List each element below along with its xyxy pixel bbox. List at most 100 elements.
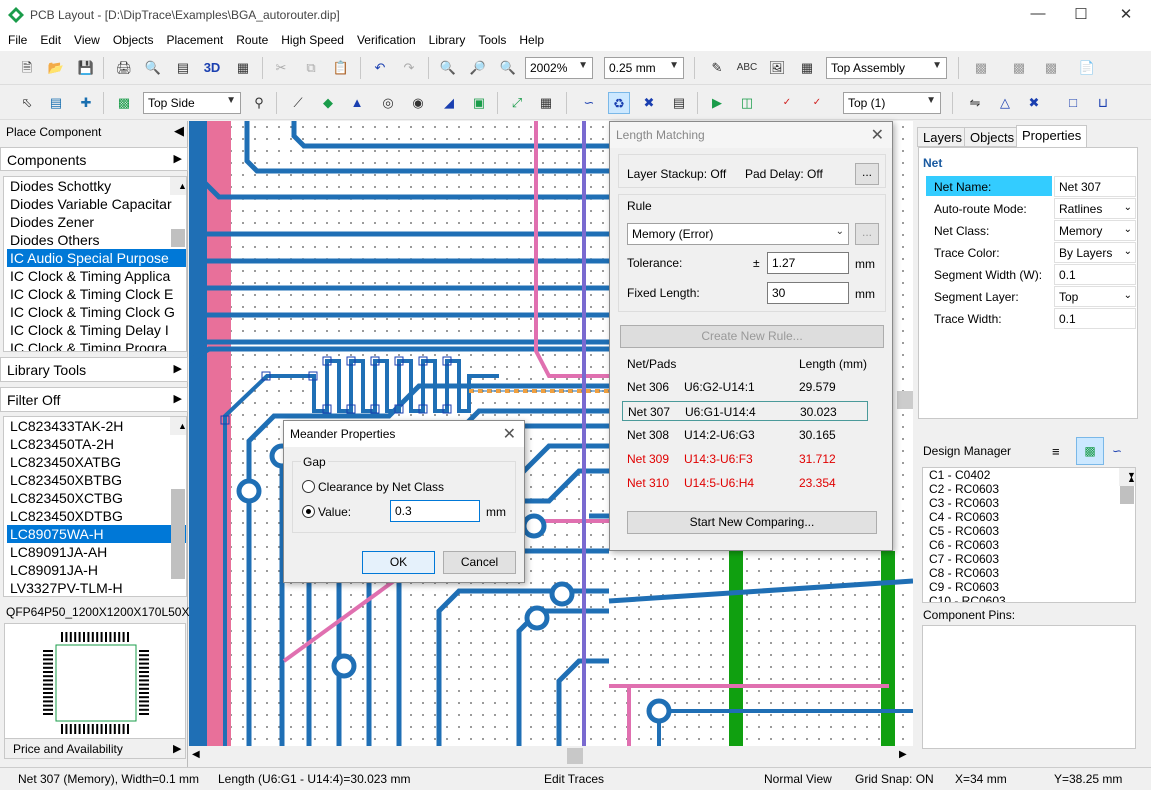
properties-icon[interactable]: ✎: [706, 57, 728, 79]
category-scrollbar[interactable]: ▲: [170, 177, 186, 247]
collapse-panel-icon[interactable]: ◀: [174, 123, 184, 139]
part-item[interactable]: LC823433TAK-2H: [7, 417, 186, 435]
layer-combo[interactable]: Top (1) ▼: [843, 92, 941, 114]
menu-library[interactable]: Library: [421, 31, 471, 47]
cancel-button[interactable]: Cancel: [443, 551, 516, 574]
maximize-icon[interactable]: ☐: [1061, 5, 1101, 23]
ok-button[interactable]: OK: [362, 551, 435, 574]
length-icon[interactable]: △: [994, 92, 1016, 114]
canvas-hscrollbar[interactable]: ◀ ▶: [189, 746, 913, 767]
property-value[interactable]: Net 307: [1054, 176, 1136, 197]
tab-objects[interactable]: Objects: [964, 127, 1021, 147]
part-item[interactable]: LC89091JA-AH: [7, 543, 186, 561]
swap-icon[interactable]: ⇋: [964, 92, 986, 114]
property-value[interactable]: 0.1: [1054, 308, 1136, 329]
create-new-rule-button[interactable]: Create New Rule...: [620, 325, 884, 348]
design-manager-item[interactable]: C9 - RC0603: [926, 580, 1135, 594]
cross-probe-icon[interactable]: ✖: [1023, 92, 1045, 114]
close-icon[interactable]: ✕: [871, 125, 884, 145]
property-value[interactable]: Memory ⌄: [1054, 220, 1136, 241]
grid-size-combo[interactable]: 0.25 mm ▼: [604, 57, 684, 79]
part-item[interactable]: LC823450XATBG: [7, 453, 186, 471]
route-step-icon[interactable]: ◫: [736, 92, 758, 114]
part-item[interactable]: LC823450XDTBG: [7, 507, 186, 525]
shape-icon[interactable]: ▲: [346, 92, 368, 114]
assembly-combo[interactable]: Top Assembly ▼: [826, 57, 947, 79]
tab-properties[interactable]: Properties: [1016, 125, 1088, 147]
design-manager-item[interactable]: C7 - RC0603: [926, 552, 1135, 566]
category-item[interactable]: Diodes Others: [7, 231, 186, 249]
library-tools-header[interactable]: Library Tools ▶: [0, 357, 188, 382]
scroll-left-icon[interactable]: ◀: [192, 749, 200, 760]
redo-icon[interactable]: ↷: [398, 57, 420, 79]
zoom-in-icon[interactable]: 🔍: [437, 57, 459, 79]
arrange-icon[interactable]: ▩: [1008, 57, 1030, 79]
net-length-row[interactable]: Net 307 U6:G1-U14:4 30.023: [622, 401, 868, 421]
board-outline-icon[interactable]: ▣: [468, 92, 490, 114]
category-item[interactable]: IC Clock & Timing Clock E: [7, 285, 186, 303]
scroll-thumb[interactable]: [171, 489, 185, 579]
menu-placement[interactable]: Placement: [159, 31, 229, 47]
image-icon[interactable]: 🖼: [766, 57, 788, 79]
menu-help[interactable]: Help: [511, 31, 549, 47]
menu-high-speed[interactable]: High Speed: [273, 31, 349, 47]
net-icon[interactable]: ▤: [668, 92, 690, 114]
tolerance-input[interactable]: 1.27: [767, 252, 849, 274]
design-manager-item[interactable]: C1 - C0402: [926, 468, 1135, 482]
design-manager-item[interactable]: C6 - RC0603: [926, 538, 1135, 552]
value-radio[interactable]: [302, 505, 315, 518]
part-item[interactable]: LC823450XBTBG: [7, 471, 186, 489]
close-icon[interactable]: ✕: [503, 424, 516, 444]
menu-objects[interactable]: Objects: [105, 31, 159, 47]
scroll-down-icon[interactable]: ▼: [1122, 468, 1135, 484]
scroll-up-icon[interactable]: ▲: [173, 177, 186, 191]
property-value[interactable]: Ratlines ⌄: [1054, 198, 1136, 219]
drc-icon[interactable]: ✓: [776, 92, 798, 114]
scroll-thumb[interactable]: [1120, 486, 1134, 504]
menu-tools[interactable]: Tools: [470, 31, 511, 47]
menu-route[interactable]: Route: [228, 31, 273, 47]
part-item[interactable]: LC89091JA-H: [7, 561, 186, 579]
stackup-settings-button[interactable]: ...: [855, 163, 879, 185]
design-manager-item[interactable]: C3 - RC0603: [926, 496, 1135, 510]
category-item[interactable]: Diodes Variable Capacitar: [7, 195, 186, 213]
dimension-icon[interactable]: ⤢: [506, 92, 528, 114]
dm-components-icon[interactable]: ▩: [1076, 437, 1104, 465]
start-new-comparing-button[interactable]: Start New Comparing...: [627, 511, 877, 534]
parts-scrollbar[interactable]: ▲: [170, 417, 186, 579]
part-item[interactable]: LV3327PV-TLM-H: [7, 579, 186, 596]
property-value[interactable]: 0.1: [1054, 264, 1136, 285]
scroll-thumb[interactable]: [171, 229, 185, 247]
gap-value-input[interactable]: 0.3: [390, 500, 480, 522]
category-item[interactable]: IC Clock & Timing Applica: [7, 267, 186, 285]
dm-scrollbar[interactable]: ▲ ▼: [1119, 468, 1135, 504]
zoom-out-icon[interactable]: 🔎: [467, 57, 489, 79]
crosshair-icon[interactable]: ✚: [75, 92, 97, 114]
part-item[interactable]: LC89075WA-H: [7, 525, 186, 543]
scroll-up-icon[interactable]: ▲: [173, 417, 186, 431]
net-length-row[interactable]: Net 306 U6:G2-U14:1 29.579: [622, 377, 868, 397]
document-icon[interactable]: ▤: [172, 57, 194, 79]
dm-nets-icon[interactable]: ∽: [1112, 444, 1122, 458]
minimize-icon[interactable]: —: [1018, 5, 1058, 22]
binoculars-icon[interactable]: ⚲: [248, 92, 270, 114]
zoom-combo[interactable]: 2002% ▼: [525, 57, 593, 79]
signal-rise-icon[interactable]: □: [1062, 92, 1084, 114]
undo-icon[interactable]: ↶: [369, 57, 391, 79]
design-manager-item[interactable]: C4 - RC0603: [926, 510, 1135, 524]
design-manager-item[interactable]: C8 - RC0603: [926, 566, 1135, 580]
align-icon[interactable]: ▩: [970, 57, 992, 79]
copper-pour-icon[interactable]: ◢: [438, 92, 460, 114]
qr-code-icon[interactable]: ▦: [796, 57, 818, 79]
category-item[interactable]: IC Clock & Timing Progra: [7, 339, 186, 351]
run-autorouter-icon[interactable]: ▶: [706, 92, 728, 114]
route-trace-icon[interactable]: ∽: [578, 92, 600, 114]
trace-icon[interactable]: ⟋: [287, 92, 309, 114]
open-folder-icon[interactable]: 📂: [45, 57, 67, 79]
menu-verification[interactable]: Verification: [349, 31, 421, 47]
property-value[interactable]: Top ⌄: [1054, 286, 1136, 307]
canvas-vscroll-thumb[interactable]: [897, 391, 913, 409]
rule-settings-button[interactable]: ...: [855, 223, 879, 245]
via-icon[interactable]: ◎: [377, 92, 399, 114]
category-item[interactable]: IC Clock & Timing Clock G: [7, 303, 186, 321]
